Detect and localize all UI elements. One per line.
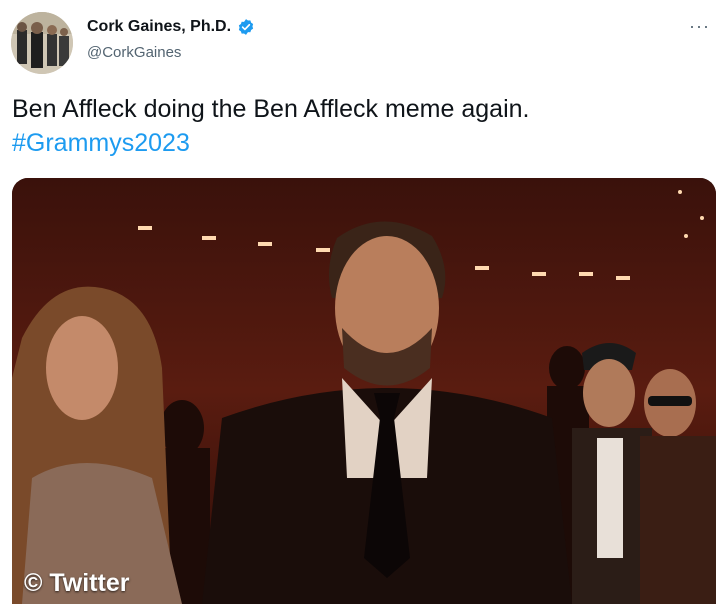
more-options-icon[interactable]: ··· bbox=[689, 16, 710, 37]
display-name[interactable]: Cork Gaines, Ph.D. bbox=[87, 18, 231, 36]
author-handle[interactable]: @CorkGaines bbox=[87, 44, 181, 61]
hashtag-link[interactable]: #Grammys2023 bbox=[12, 126, 702, 160]
tweet-body: Ben Affleck doing the Ben Affleck meme a… bbox=[12, 95, 530, 123]
tweet-text: Ben Affleck doing the Ben Affleck meme a… bbox=[12, 92, 702, 160]
author-name-row[interactable]: Cork Gaines, Ph.D. bbox=[87, 18, 255, 36]
embedded-video-frame[interactable]: © Twitter bbox=[12, 178, 716, 604]
avatar[interactable] bbox=[11, 12, 73, 74]
twitter-watermark: © Twitter bbox=[24, 569, 130, 597]
verified-badge-icon bbox=[237, 18, 255, 36]
tweet-card: Cork Gaines, Ph.D. @CorkGaines ··· Ben A… bbox=[0, 0, 720, 605]
